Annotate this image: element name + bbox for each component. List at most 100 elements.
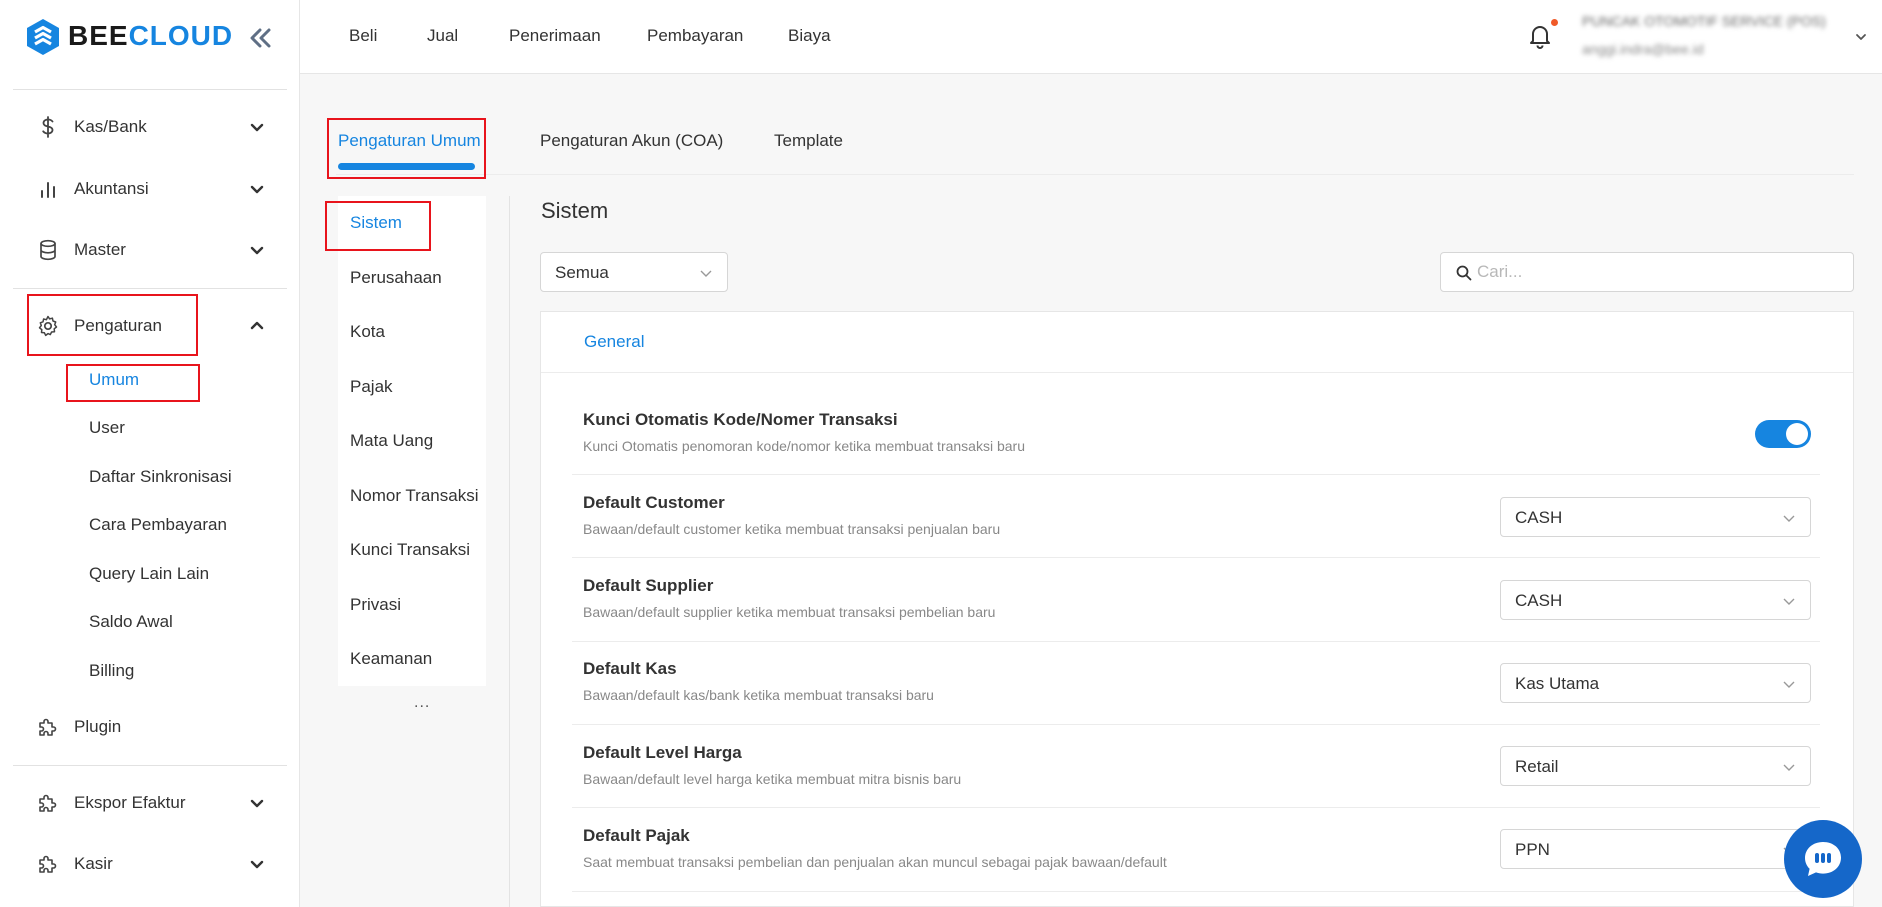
default-customer-value: CASH: [1515, 508, 1563, 527]
topnav-pembayaran[interactable]: Pembayaran: [647, 26, 743, 46]
more-dots[interactable]: ...: [414, 694, 430, 712]
chevron-down-icon: [1783, 681, 1795, 688]
setting-description: Bawaan/default supplier ketika membuat t…: [583, 604, 996, 620]
tab-template[interactable]: Template: [774, 131, 843, 151]
search-icon: [1456, 265, 1472, 281]
subnav-keamanan[interactable]: Keamanan: [350, 649, 432, 669]
dollar-icon: [42, 116, 54, 138]
sidebar-subitem-billing[interactable]: Billing: [89, 661, 134, 681]
setting-description: Bawaan/default customer ketika membuat t…: [583, 521, 1001, 537]
subnav-kota[interactable]: Kota: [350, 322, 385, 342]
chevron-down-icon: [250, 123, 264, 132]
panel-divider: [541, 372, 1853, 373]
vertical-divider: [509, 196, 510, 907]
sidebar-subitem-daftar-sinkronisasi[interactable]: Daftar Sinkronisasi: [89, 467, 232, 487]
row-divider: [572, 807, 1820, 808]
chevron-down-icon: [250, 860, 264, 869]
subnav-kunci-transaksi[interactable]: Kunci Transaksi: [350, 540, 470, 560]
default-level-harga-select[interactable]: Retail: [1500, 746, 1811, 786]
double-chevron-left-icon[interactable]: [246, 24, 274, 52]
user-email: anggi.indra@bee.id: [1582, 41, 1704, 57]
tabs-divider: [336, 174, 1854, 175]
setting-description: Bawaan/default level harga ketika membua…: [583, 771, 962, 787]
chevron-down-icon: [700, 270, 712, 277]
sidebar-item-kasir[interactable]: Kasir: [26, 842, 276, 886]
sidebar: BEECLOUD Kas/Bank Akuntansi Master Penga…: [0, 0, 300, 907]
subnav-perusahaan[interactable]: Perusahaan: [350, 268, 442, 288]
chevron-down-icon: [250, 799, 264, 808]
chevron-down-icon: [250, 185, 264, 194]
brand-cloud: CLOUD: [128, 20, 234, 51]
section-title: Sistem: [541, 198, 609, 223]
auto-lock-toggle[interactable]: [1755, 420, 1811, 448]
sidebar-subitem-umum[interactable]: Umum: [89, 370, 139, 390]
subnav-privasi[interactable]: Privasi: [350, 595, 401, 615]
sidebar-item-plugin[interactable]: Plugin: [26, 705, 276, 749]
chevron-up-icon: [250, 321, 264, 330]
row-divider: [572, 891, 1820, 892]
puzzle-icon: [39, 718, 57, 736]
search-input[interactable]: [1477, 261, 1837, 283]
default-kas-value: Kas Utama: [1515, 674, 1600, 693]
setting-description: Saat membuat transaksi pembelian dan pen…: [583, 854, 1167, 870]
app: BEECLOUD Kas/Bank Akuntansi Master Penga…: [0, 0, 1882, 907]
chevron-down-icon: [1783, 764, 1795, 771]
logo: BEECLOUD: [0, 0, 300, 76]
topnav-biaya[interactable]: Biaya: [788, 26, 831, 46]
brand-name: BEECLOUD: [68, 20, 233, 52]
topnav-beli[interactable]: Beli: [349, 26, 377, 46]
topnav-jual[interactable]: Jual: [427, 26, 458, 46]
gear-icon: [38, 315, 58, 337]
sidebar-item-master[interactable]: Master: [26, 228, 276, 272]
row-divider: [572, 557, 1820, 558]
chevron-down-icon: [250, 246, 264, 255]
toggle-knob: [1786, 423, 1808, 445]
topnav-penerimaan[interactable]: Penerimaan: [509, 26, 601, 46]
default-pajak-select[interactable]: PPN: [1500, 829, 1811, 869]
setting-title: Default Customer: [583, 493, 725, 512]
bell-icon[interactable]: [1526, 22, 1554, 50]
company-name: PUNCAK OTOMOTIF SERVICE (POS): [1582, 13, 1826, 29]
default-pajak-value: PPN: [1515, 840, 1550, 859]
subnav-pajak[interactable]: Pajak: [350, 377, 393, 397]
sidebar-divider: [13, 89, 287, 90]
setting-description: Bawaan/default kas/bank ketika membuat t…: [583, 687, 934, 703]
search-box: [1440, 252, 1854, 292]
sidebar-item-ekspor-efaktur[interactable]: Ekspor Efaktur: [26, 781, 276, 825]
row-divider: [572, 724, 1820, 725]
sidebar-item-label: Pengaturan: [74, 316, 162, 335]
notification-dot: [1551, 19, 1558, 26]
chevron-down-icon[interactable]: [1854, 30, 1868, 44]
subnav-sistem[interactable]: Sistem: [350, 213, 402, 233]
default-customer-select[interactable]: CASH: [1500, 497, 1811, 537]
beecloud-logo-icon: [27, 19, 59, 55]
tab-pengaturan-umum[interactable]: Pengaturan Umum: [338, 131, 481, 151]
chat-bubble-icon: [1805, 842, 1841, 876]
sidebar-item-akuntansi[interactable]: Akuntansi: [26, 167, 276, 211]
active-tab-indicator: [338, 163, 475, 170]
chat-support-button[interactable]: [1784, 820, 1862, 898]
default-level-harga-value: Retail: [1515, 757, 1559, 776]
subnav-nomor-transaksi[interactable]: Nomor Transaksi: [350, 486, 478, 506]
bar-chart-icon: [41, 182, 55, 198]
sidebar-item-label: Kasir: [74, 854, 113, 873]
sidebar-subitem-user[interactable]: User: [89, 418, 125, 438]
sidebar-item-kas-bank[interactable]: Kas/Bank: [26, 105, 276, 149]
setting-title: Default Pajak: [583, 826, 690, 845]
sidebar-subitem-cara-pembayaran[interactable]: Cara Pembayaran: [89, 515, 227, 535]
default-supplier-select[interactable]: CASH: [1500, 580, 1811, 620]
default-kas-select[interactable]: Kas Utama: [1500, 663, 1811, 703]
sidebar-subitem-query-lain-lain[interactable]: Query Lain Lain: [89, 564, 209, 584]
chevron-down-icon: [1783, 598, 1795, 605]
sidebar-divider: [13, 765, 287, 766]
brand-bee: BEE: [68, 20, 129, 51]
row-divider: [572, 641, 1820, 642]
sidebar-subitem-saldo-awal[interactable]: Saldo Awal: [89, 612, 173, 632]
filter-select[interactable]: Semua: [540, 252, 728, 292]
subnav-mata-uang[interactable]: Mata Uang: [350, 431, 433, 451]
panel-tab-general[interactable]: General: [584, 332, 644, 352]
setting-title: Default Kas: [583, 659, 677, 678]
puzzle-icon: [39, 855, 57, 873]
tab-pengaturan-akun-coa[interactable]: Pengaturan Akun (COA): [540, 131, 723, 151]
sidebar-item-pengaturan[interactable]: Pengaturan: [26, 304, 276, 348]
